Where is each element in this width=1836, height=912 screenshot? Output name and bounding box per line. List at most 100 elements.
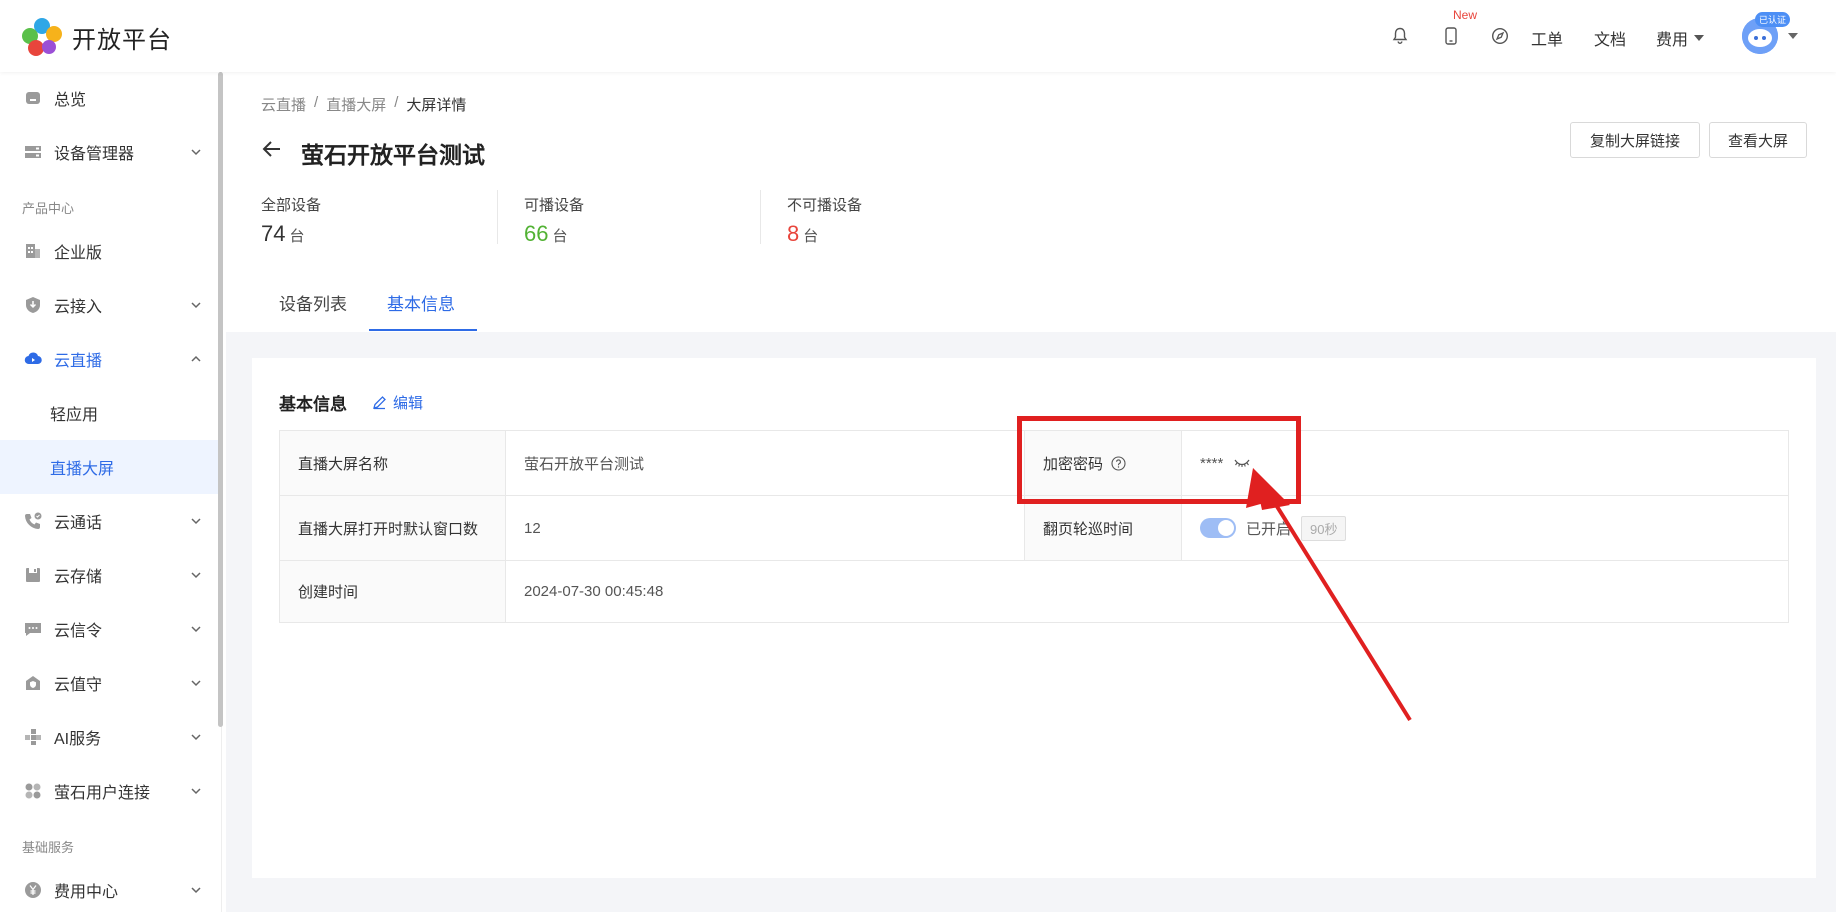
breadcrumb-item[interactable]: 直播大屏 [326, 94, 386, 115]
edit-label: 编辑 [393, 395, 424, 412]
chevron-down-icon [191, 887, 201, 894]
name-value: 萤石开放平台测试 [524, 455, 645, 473]
compass-icon[interactable] [1490, 26, 1510, 46]
avatar: 已认证 [1742, 12, 1790, 54]
device-manager-icon [24, 143, 42, 161]
sidebar-item-label: 云值守 [54, 677, 103, 694]
sidebar-item-ai-service[interactable]: AI服务 [0, 715, 218, 759]
sidebar-item-cloud-signal[interactable]: 云信令 [0, 607, 218, 651]
rotate-toggle[interactable] [1200, 518, 1236, 538]
stat-unit: 台 [803, 228, 819, 245]
yen-icon [24, 881, 42, 899]
tab-basic-info[interactable]: 基本信息 [387, 290, 455, 315]
window-count-label: 直播大屏打开时默认窗口数 [280, 496, 506, 560]
sidebar-item-cloud-guard[interactable]: 云值守 [0, 661, 218, 705]
fee-label: 费用 [1656, 32, 1689, 49]
sidebar-item-fee-center[interactable]: 费用中心 [0, 868, 218, 912]
sidebar-item-cloud-storage[interactable]: 云存储 [0, 553, 218, 597]
sidebar-item-label: 云存储 [54, 569, 103, 586]
sidebar-item-label: 企业版 [54, 245, 103, 262]
sidebar-item-label: 设备管理器 [54, 146, 135, 163]
chevron-down-icon [191, 302, 201, 309]
sidebar-item-cloud-call[interactable]: 云通话 [0, 499, 218, 543]
logo-text: 开放平台 [72, 26, 172, 54]
stat-unit: 台 [552, 228, 568, 245]
storage-icon [24, 566, 42, 584]
rotate-value-cell: 已开启 90秒 [1182, 496, 1788, 560]
edit-button[interactable]: 编辑 [372, 392, 423, 413]
window-count-value: 12 [524, 519, 541, 537]
nav-group-basic-services: 基础服务 [22, 840, 75, 855]
breadcrumb-separator: / [394, 94, 399, 111]
chevron-up-icon [191, 355, 201, 362]
header-link-ticket[interactable]: 工单 [1531, 26, 1563, 50]
cloud-live-icon [24, 350, 42, 368]
stat-unit: 台 [289, 228, 305, 245]
name-label: 直播大屏名称 [280, 431, 506, 495]
guard-icon [24, 674, 42, 692]
sidebar-scrollbar[interactable] [218, 72, 223, 727]
stat-value: 74 [261, 221, 286, 246]
card-title: 基本信息 [279, 395, 347, 414]
nav-group-product-center: 产品中心 [22, 201, 75, 216]
stat-value: 8 [787, 221, 800, 246]
divider [760, 190, 761, 244]
header-fee-menu[interactable]: 费用 [1656, 26, 1705, 50]
phone-icon [24, 512, 42, 530]
pencil-icon [373, 396, 386, 410]
chevron-down-icon [191, 149, 201, 156]
stat-playable-devices: 可播设备 66 台 [524, 194, 584, 247]
caret-down-icon [1694, 35, 1705, 41]
sidebar-item-cloud-live[interactable]: 云直播 [0, 337, 218, 381]
back-arrow-icon[interactable] [261, 138, 283, 160]
bell-icon[interactable] [1390, 26, 1410, 46]
header-link-docs[interactable]: 文档 [1594, 26, 1626, 50]
new-badge: New [1453, 8, 1478, 22]
sidebar-item-label: 总览 [54, 92, 87, 109]
top-header: 开放平台 New 工单 文档 费用 已认证 [0, 0, 1836, 72]
stat-value: 66 [524, 221, 549, 246]
sidebar-item-overview[interactable]: 总览 [0, 76, 218, 120]
sidebar-subitem-live-screen[interactable]: 直播大屏 [0, 440, 218, 494]
tab-device-list[interactable]: 设备列表 [279, 290, 347, 315]
chevron-down-icon [191, 788, 201, 795]
created-label: 创建时间 [280, 561, 506, 622]
breadcrumb-item[interactable]: 云直播 [261, 94, 306, 115]
logo[interactable]: 开放平台 [22, 18, 172, 56]
main-header-area [226, 72, 1836, 332]
stat-label: 不可播设备 [787, 197, 863, 214]
sidebar-item-label: 云直播 [54, 353, 103, 370]
user-menu[interactable]: 已认证 [1742, 12, 1798, 54]
user-connect-icon [24, 782, 42, 800]
chevron-down-icon [191, 572, 201, 579]
annotation-highlight-box [1017, 416, 1301, 504]
sidebar-item-user-connect[interactable]: 萤石用户连接 [0, 769, 218, 813]
breadcrumb-current: 大屏详情 [406, 97, 467, 114]
breadcrumb: 云直播 / 直播大屏 / 大屏详情 [261, 94, 466, 115]
cloud-access-icon [24, 296, 42, 314]
chevron-down-icon [191, 626, 201, 633]
sidebar-subitem-light-app[interactable]: 轻应用 [0, 386, 218, 440]
chevron-down-icon [191, 518, 201, 525]
page-title: 萤石开放平台测试 [301, 142, 485, 168]
verified-badge: 已认证 [1754, 12, 1790, 27]
sidebar-item-label: 费用中心 [54, 884, 119, 901]
building-icon [24, 242, 42, 260]
sidebar-item-label: 云信令 [54, 623, 103, 640]
sidebar-item-label: AI服务 [54, 731, 102, 748]
created-value: 2024-07-30 00:45:48 [524, 583, 664, 600]
sidebar-item-cloud-access[interactable]: 云接入 [0, 283, 218, 327]
breadcrumb-separator: / [314, 94, 319, 111]
active-tab-indicator [369, 329, 477, 331]
stat-label: 全部设备 [261, 197, 322, 214]
rotate-label: 翻页轮巡时间 [1024, 496, 1182, 560]
sidebar-item-enterprise[interactable]: 企业版 [0, 229, 218, 273]
sidebar-item-label: 云通话 [54, 515, 103, 532]
home-icon [24, 89, 42, 107]
sidebar-item-label: 云接入 [54, 299, 103, 316]
mobile-icon[interactable]: New [1441, 8, 1477, 46]
view-screen-button[interactable]: 查看大屏 [1709, 122, 1807, 158]
copy-link-button[interactable]: 复制大屏链接 [1570, 122, 1700, 158]
logo-icon [22, 18, 62, 56]
sidebar-item-device-manager[interactable]: 设备管理器 [0, 130, 218, 174]
